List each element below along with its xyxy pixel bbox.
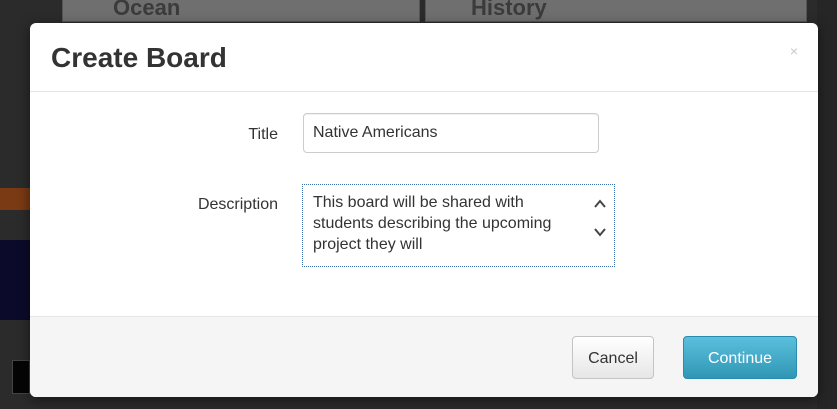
modal-header: Create Board × (30, 23, 818, 92)
background-board-title: Ocean (113, 0, 181, 20)
description-label: Description (197, 196, 278, 213)
background-strip (0, 188, 30, 210)
modal-body: Title Description This board will be sha… (30, 92, 818, 316)
cancel-button[interactable]: Cancel (572, 336, 654, 379)
modal-title: Create Board (51, 42, 227, 73)
modal-footer: Cancel Continue (30, 316, 818, 397)
description-scrollbar[interactable] (588, 185, 614, 266)
background-strip (817, 0, 837, 409)
continue-button[interactable]: Continue (683, 336, 797, 379)
background-board-title: History (471, 0, 547, 20)
description-textarea[interactable]: This board will be shared with students … (302, 184, 615, 267)
background-strip (0, 240, 30, 320)
create-board-modal: Create Board × Title Description This bo… (30, 23, 818, 397)
description-text: This board will be shared with students … (313, 194, 552, 253)
title-input[interactable] (303, 113, 599, 153)
background-strip (12, 360, 30, 394)
chevron-down-icon[interactable] (593, 225, 607, 239)
background-board-card: History (425, 0, 807, 22)
title-label: Title (248, 126, 278, 143)
chevron-up-icon[interactable] (593, 197, 607, 211)
background-board-card: Ocean (62, 0, 420, 22)
close-icon[interactable]: × (790, 43, 798, 59)
